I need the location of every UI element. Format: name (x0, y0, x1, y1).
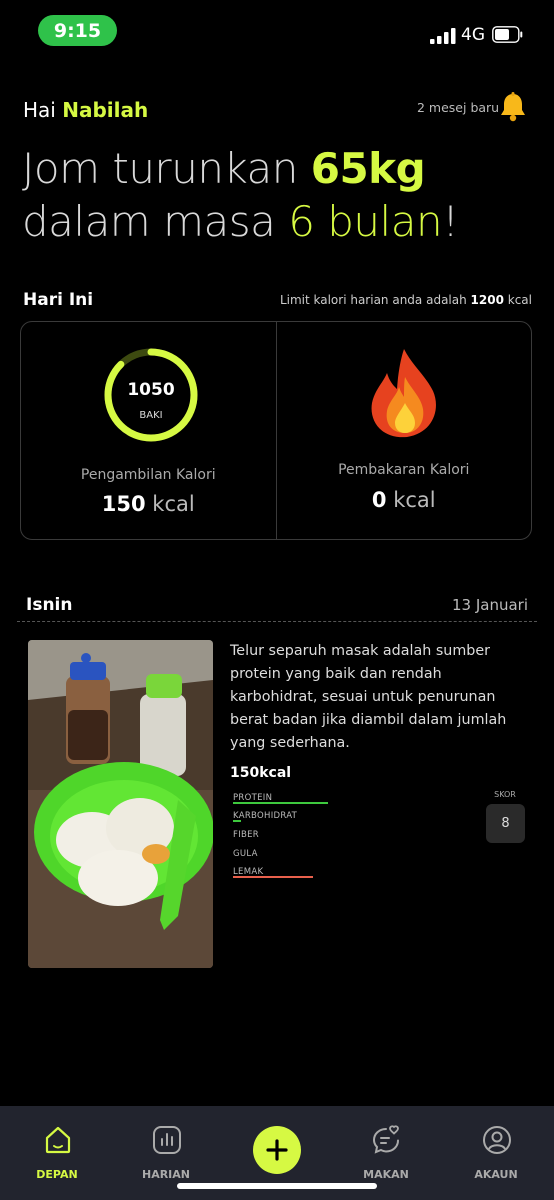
home-icon (45, 1126, 71, 1154)
nutrient-carbs-bar (233, 820, 242, 822)
burn-number: 0 (371, 488, 387, 512)
intake-value: 150 kcal (21, 492, 276, 516)
status-bar: 9:15 4G (0, 0, 554, 64)
meal-photo[interactable] (28, 640, 213, 968)
burn-panel[interactable]: Pembakaran Kalori 0 kcal (275, 322, 532, 539)
intake-panel[interactable]: 1050 BAKI Pengambilan Kalori 150 kcal (21, 322, 276, 539)
score-label: SKOR (494, 790, 516, 799)
target-duration: 6 bulan (288, 197, 443, 246)
home-indicator (177, 1183, 377, 1189)
burn-label: Pembakaran Kalori (338, 462, 470, 478)
tab-label-makan: MAKAN (363, 1168, 409, 1181)
nutrient-fiber-label: FIBER (233, 830, 260, 840)
tab-label-depan: DEPAN (36, 1168, 78, 1181)
calorie-card: 1050 BAKI Pengambilan Kalori 150 kcal Pe… (20, 321, 532, 540)
chart-icon (153, 1126, 181, 1154)
tab-label-harian: HARIAN (141, 1168, 190, 1181)
meal-photo-illustration (28, 640, 213, 968)
nutrient-carbs-label: KARBOHIDRAT (233, 811, 298, 821)
intake-label: Pengambilan Kalori (80, 467, 216, 483)
limit-text: Limit kalori harian anda adalah (279, 293, 471, 307)
headline-line1: Jom turunkan (22, 144, 311, 193)
goal-headline: Jom turunkan 65kg dalam masa 6 bulan! (22, 142, 459, 248)
burn-value: 0 kcal (277, 488, 532, 512)
nutrient-protein-bar (233, 802, 328, 804)
nutrient-sugar-label: GULA (233, 849, 258, 859)
intake-number: 150 (101, 492, 146, 516)
greeting-text: Hai (23, 98, 56, 122)
tab-akaun[interactable]: AKAUN (451, 1106, 541, 1200)
greeting: Hai Nabilah (23, 98, 148, 122)
meal-description: Telur separuh masak adalah sumber protei… (230, 643, 507, 751)
messages-count[interactable]: 2 mesej baru (417, 100, 499, 115)
battery-icon (492, 26, 523, 43)
bell-icon[interactable] (499, 92, 527, 122)
headline-line2: dalam masa (22, 197, 289, 246)
status-time: 9:15 (38, 15, 117, 46)
target-weight: 65kg (310, 144, 426, 193)
user-name: Nabilah (62, 98, 149, 122)
chat-heart-icon (372, 1125, 399, 1154)
section-title-today: Hari Ini (23, 290, 94, 310)
user-icon (483, 1126, 511, 1154)
score-badge: 8 (486, 804, 525, 843)
tab-depan[interactable]: DEPAN (12, 1106, 102, 1200)
meal-day: Isnin (26, 595, 73, 615)
tab-label-akaun: AKAUN (474, 1168, 518, 1181)
plus-icon (266, 1139, 288, 1161)
signal-icon (430, 28, 456, 44)
divider (17, 621, 537, 622)
limit-value: 1200 (470, 293, 504, 307)
remaining-calories: 1050 (127, 380, 175, 400)
flame-icon (371, 349, 436, 438)
daily-limit: Limit kalori harian anda adalah 1200 kca… (280, 293, 532, 307)
meal-calories: 150kcal (230, 765, 292, 781)
headline-end: ! (442, 197, 459, 246)
add-meal-button[interactable] (253, 1126, 301, 1174)
burn-unit: kcal (386, 488, 436, 512)
limit-unit: kcal (503, 293, 532, 307)
network-label: 4G (461, 25, 485, 45)
nutrient-fat-bar (233, 876, 313, 878)
remaining-label: BAKI (139, 410, 163, 421)
meal-date: 13 Januari (451, 596, 528, 614)
intake-unit: kcal (145, 492, 195, 516)
